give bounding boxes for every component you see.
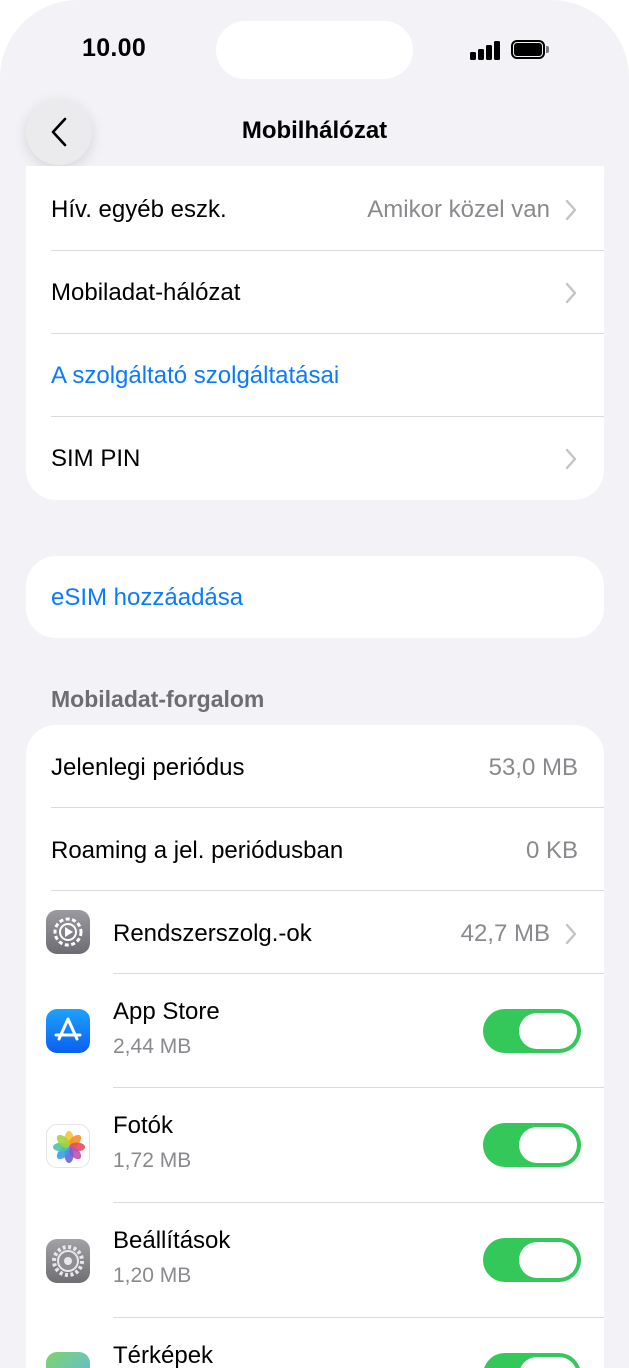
row-value: Amikor közel van	[367, 196, 550, 223]
calls-other-devices-row[interactable]: Hív. egyéb eszk. Amikor közel van	[26, 166, 604, 250]
app-row-app-store: App Store 2,44 MB	[26, 974, 604, 1088]
cellular-settings-group: Hív. egyéb eszk. Amikor közel van Mobila…	[26, 166, 604, 500]
app-name: App Store	[113, 998, 220, 1025]
row-label: Jelenlegi periódus	[51, 754, 245, 781]
cellular-data-usage-group: Jelenlegi periódus 53,0 MB Roaming a jel…	[26, 725, 604, 1368]
sim-pin-row[interactable]: SIM PIN	[26, 417, 604, 500]
chevron-right-icon	[565, 199, 577, 221]
current-period-row: Jelenlegi periódus 53,0 MB	[26, 725, 604, 807]
app-name: Térképek	[113, 1342, 214, 1368]
carrier-services-row[interactable]: A szolgáltató szolgáltatásai	[26, 334, 604, 416]
app-size: 1,72 MB	[113, 1149, 192, 1172]
app-store-icon	[46, 1009, 90, 1053]
row-label: Hív. egyéb eszk.	[51, 196, 227, 223]
app-row-photos: Fotók 1,72 MB	[26, 1088, 604, 1202]
app-size: 1,20 MB	[113, 1264, 192, 1287]
app-name: Beállítások	[113, 1227, 231, 1254]
battery-icon	[511, 40, 549, 59]
row-label: Mobiladat-hálózat	[51, 279, 241, 306]
cellular-data-network-row[interactable]: Mobiladat-hálózat	[26, 251, 604, 333]
phone-screen: 10.00 Mobilhálózat Hív. egyéb eszk. Amik…	[0, 0, 629, 1368]
photos-toggle[interactable]	[483, 1123, 581, 1167]
app-size: 2,44 MB	[113, 1035, 192, 1058]
add-esim-row[interactable]: eSIM hozzáadása	[26, 556, 604, 638]
system-services-row[interactable]: Rendszerszolg.-ok 42,7 MB	[26, 891, 604, 973]
dynamic-island	[216, 21, 413, 79]
chevron-right-icon	[565, 923, 577, 945]
row-label: Roaming a jel. periódusban	[51, 837, 344, 864]
system-services-icon	[46, 910, 90, 954]
row-value: 42,7 MB	[460, 920, 550, 947]
chevron-right-icon	[565, 448, 577, 470]
app-store-toggle[interactable]	[483, 1009, 581, 1053]
app-row-settings: Beállítások 1,20 MB	[26, 1203, 604, 1317]
section-header-cellular-data: Mobiladat-forgalom	[51, 686, 265, 712]
add-esim-group: eSIM hozzáadása	[26, 556, 604, 638]
maps-toggle[interactable]	[483, 1353, 581, 1368]
cellular-signal-icon	[470, 40, 502, 60]
roaming-period-row: Roaming a jel. periódusban 0 KB	[26, 808, 604, 890]
row-value: 0 KB	[525, 837, 578, 864]
row-label: SIM PIN	[51, 445, 141, 472]
page-title: Mobilhálózat	[241, 117, 388, 144]
status-time: 10.00	[82, 34, 147, 62]
row-label: Rendszerszolg.-ok	[113, 920, 312, 947]
row-value: 53,0 MB	[488, 754, 578, 781]
maps-icon	[46, 1352, 90, 1368]
carrier-services-link[interactable]: A szolgáltató szolgáltatásai	[51, 362, 339, 390]
settings-toggle[interactable]	[483, 1238, 581, 1282]
chevron-right-icon	[565, 282, 577, 304]
app-row-maps: Térképek	[26, 1318, 604, 1368]
photos-icon	[46, 1124, 90, 1168]
app-name: Fotók	[113, 1112, 174, 1139]
settings-icon	[46, 1239, 90, 1283]
add-esim-link[interactable]: eSIM hozzáadása	[51, 584, 243, 612]
